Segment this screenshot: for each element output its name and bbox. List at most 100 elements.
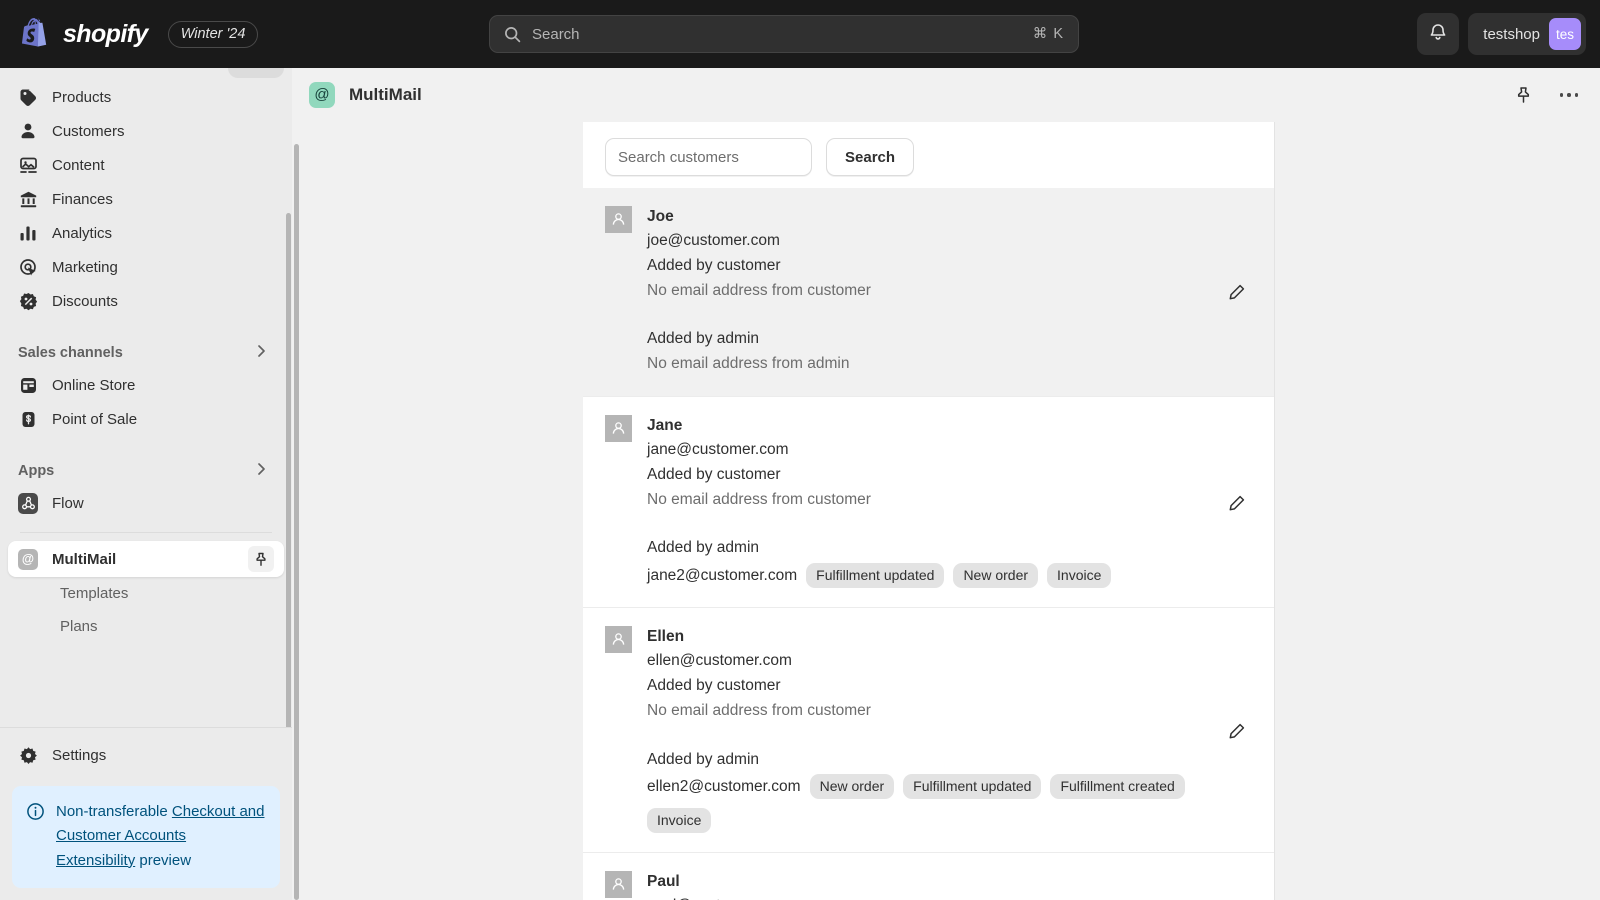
store-user-menu[interactable]: testshop tes	[1468, 13, 1586, 55]
customer-name: Ellen	[647, 628, 685, 646]
sidebar-item-marketing[interactable]: Marketing	[8, 250, 284, 284]
customer-row[interactable]: Jane jane@customer.com Added by customer No…	[583, 396, 1274, 607]
added-by-label: Added by admin	[647, 330, 760, 348]
notification-badge[interactable]: Fulfillment created	[1050, 774, 1185, 800]
pin-icon[interactable]	[248, 546, 274, 572]
person-placeholder-icon	[605, 415, 632, 442]
sidebar-top-nub	[228, 68, 284, 78]
image-icon	[18, 155, 38, 175]
search-customers-input[interactable]	[605, 138, 812, 176]
search-button[interactable]: Search	[826, 138, 915, 176]
notification-badge[interactable]: Invoice	[1047, 563, 1112, 589]
sidebar-divider	[20, 532, 272, 533]
sidebar-item-label: Online Store	[52, 376, 136, 394]
sidebar-item-label: Products	[52, 88, 112, 106]
added-by-label: Added by admin	[647, 539, 760, 557]
notification-badge[interactable]: New order	[809, 774, 895, 800]
sidebar-section-label: Sales channels	[18, 345, 123, 361]
sidebar-item-label: MultiMail	[52, 550, 117, 568]
edit-customer-button[interactable]	[1224, 719, 1248, 743]
content-scrollbar[interactable]	[294, 144, 299, 900]
chevron-right-icon[interactable]	[257, 344, 266, 362]
sidebar-item-customers[interactable]: Customers	[8, 114, 284, 148]
avatar: tes	[1549, 18, 1581, 50]
flow-icon	[18, 492, 38, 514]
customer-name: Paul	[647, 873, 680, 891]
sidebar-subitem-label: Templates	[60, 585, 129, 602]
sidebar-item-settings[interactable]: Settings	[8, 738, 284, 772]
sidebar-item-online-store[interactable]: Online Store	[8, 368, 284, 402]
storefront-icon	[18, 375, 38, 395]
sidebar-item-discounts[interactable]: Discounts	[8, 284, 284, 318]
sidebar-item-flow[interactable]: Flow	[8, 486, 284, 520]
customers-panel: Search Joe joe@customer.com Added by custo…	[583, 122, 1275, 900]
person-placeholder-icon	[605, 206, 632, 233]
customer-email: jane@customer.com	[647, 441, 789, 459]
sidebar-item-label: Customers	[52, 122, 125, 140]
customer-email: paul@customer.com	[647, 894, 1252, 900]
discount-icon	[18, 291, 38, 311]
sidebar-item-finances[interactable]: Finances	[8, 182, 284, 216]
person-icon	[18, 121, 38, 141]
brand-wordmark: shopify	[63, 19, 148, 48]
shopify-logo-icon	[22, 18, 52, 50]
at-icon: @	[309, 81, 335, 108]
notification-badge[interactable]: Fulfillment updated	[903, 774, 1042, 800]
added-by-label: Added by customer	[647, 465, 781, 483]
added-by-value: No email address from customer	[647, 281, 871, 299]
gear-icon	[18, 745, 38, 765]
added-by-value: No email address from customer	[647, 490, 871, 508]
main-sidebar: Products Customers Content Finances Anal	[0, 68, 292, 900]
shopify-brand[interactable]: shopify Winter '24	[0, 18, 259, 50]
target-icon	[18, 257, 38, 277]
person-placeholder-icon	[605, 871, 632, 899]
customer-row[interactable]: Joe joe@customer.com Added by customer No e…	[583, 188, 1274, 396]
notice-prefix: Non-transferable	[56, 803, 172, 821]
person-placeholder-icon	[605, 626, 632, 654]
sidebar-item-multimail[interactable]: @ MultiMail	[8, 541, 284, 577]
sidebar-item-label: Discounts	[52, 292, 118, 310]
sidebar-section-apps[interactable]: Apps	[8, 456, 284, 486]
sidebar-item-label: Content	[52, 156, 105, 174]
customer-row[interactable]: Ellen ellen@customer.com Added by customer…	[583, 607, 1274, 852]
sidebar-item-label: Marketing	[52, 258, 118, 276]
pos-icon	[18, 409, 38, 429]
global-search-bar[interactable]: Search ⌘ K	[489, 15, 1079, 53]
customer-name: Jane	[647, 417, 683, 434]
sidebar-section-sales-channels[interactable]: Sales channels	[8, 338, 284, 368]
added-by-label: Added by customer	[647, 256, 781, 274]
page-title: MultiMail	[349, 84, 422, 104]
topbar-actions: testshop tes	[1417, 13, 1586, 55]
sidebar-item-point-of-sale[interactable]: Point of Sale	[8, 402, 284, 436]
chevron-right-icon[interactable]	[257, 462, 266, 480]
customer-email: joe@customer.com	[647, 232, 780, 250]
sidebar-item-products[interactable]: Products	[8, 80, 284, 114]
customer-list: Joe joe@customer.com Added by customer No e…	[583, 188, 1274, 900]
sidebar-item-analytics[interactable]: Analytics	[8, 216, 284, 250]
added-by-value: No email address from customer	[647, 701, 871, 719]
sidebar-subitem-plans[interactable]: Plans	[8, 610, 284, 643]
customer-admin-email: ellen2@customer.com	[647, 777, 801, 795]
pin-icon[interactable]	[1510, 82, 1536, 108]
preview-notice-text: Non-transferable Checkout and Customer A…	[56, 800, 266, 873]
sidebar-item-label: Point of Sale	[52, 410, 138, 428]
added-by-label: Added by admin	[647, 750, 760, 768]
notification-badge[interactable]: Fulfillment updated	[806, 563, 945, 589]
notification-badge[interactable]: New order	[953, 563, 1039, 589]
edit-customer-button[interactable]	[1224, 280, 1248, 304]
sidebar-item-content[interactable]: Content	[8, 148, 284, 182]
sidebar-item-label: Analytics	[52, 224, 113, 242]
store-name-label: testshop	[1483, 25, 1540, 43]
edit-customer-button[interactable]	[1224, 491, 1248, 515]
sidebar-subitem-templates[interactable]: Templates	[8, 577, 284, 610]
added-by-value: No email address from admin	[647, 355, 850, 373]
customer-row[interactable]: Paulpaul@customer.comAdded by customer	[583, 852, 1274, 900]
notifications-button[interactable]	[1417, 13, 1460, 55]
search-shortcut-hint: ⌘ K	[1032, 26, 1064, 42]
preview-notice-banner: Non-transferable Checkout and Customer A…	[12, 786, 280, 888]
more-horizontal-icon[interactable]	[1556, 82, 1582, 108]
sidebar-subitem-label: Plans	[60, 618, 98, 635]
notification-badge[interactable]: Invoice	[647, 808, 712, 834]
bell-icon	[1429, 22, 1447, 46]
customer-email: ellen@customer.com	[647, 652, 792, 670]
